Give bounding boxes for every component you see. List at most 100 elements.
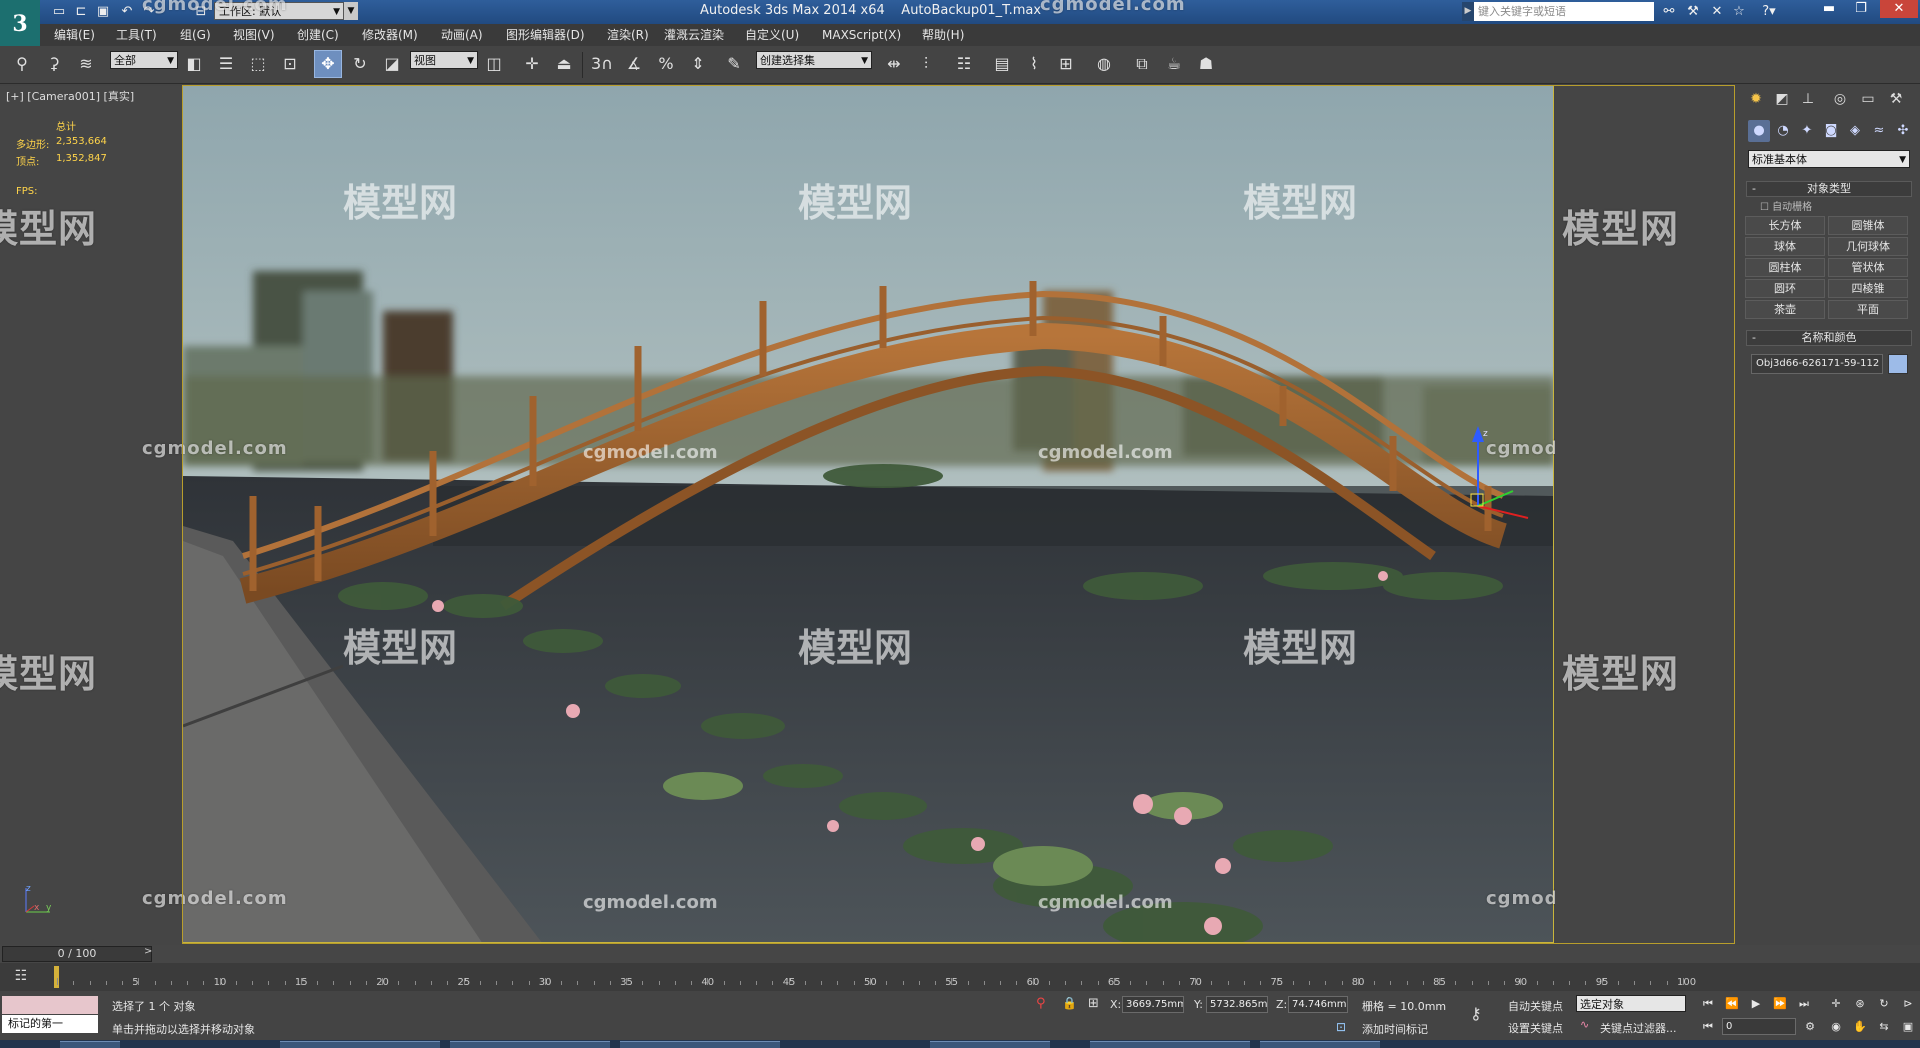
systems-icon[interactable]: ✣ [1892,120,1914,142]
menu-graph-editors[interactable]: 图形编辑器(D) [506,24,585,46]
set-key-button[interactable]: 设置关键点 [1508,1020,1563,1036]
camera-viewport[interactable]: 模型网 模型网 模型网 模型网 模型网 模型网 cgmodel.com cgmo… [182,85,1554,943]
isolate-selection-icon[interactable]: ⚲ [1036,996,1046,1011]
primitive-geosphere-button[interactable]: 几何球体 [1828,237,1908,256]
menu-group[interactable]: 组(G) [180,24,211,46]
primitive-cone-button[interactable]: 圆锥体 [1828,216,1908,235]
menu-views[interactable]: 视图(V) [233,24,275,46]
absolute-mode-icon[interactable]: ⊞ [1088,996,1099,1011]
time-slider-thumb[interactable]: 0 / 100 [2,946,152,962]
autogrid-checkbox[interactable]: ☐ 自动栅格 [1760,198,1812,213]
key-icon[interactable]: ⚷ [1470,1004,1482,1023]
menu-cloud-render[interactable]: 灌溉云渲染 [664,24,724,46]
render-setup-icon[interactable]: ⧉ [1130,52,1154,76]
app-logo-icon[interactable]: 3 [0,0,40,48]
snap-toggle-icon[interactable]: 3∩ [590,52,614,76]
z-coord-input[interactable]: 74.746mm [1288,996,1348,1013]
taskbar-button[interactable] [930,1041,1050,1048]
selection-lock-icon[interactable]: 🔒 [1062,996,1077,1010]
taskbar-button[interactable] [280,1041,440,1048]
spinner-snap-icon[interactable]: ⇕ [686,52,710,76]
taskbar-button[interactable] [450,1041,610,1048]
workspace-expand-icon[interactable]: ▼ [344,2,358,20]
walk-through-icon[interactable]: ⇆ [1874,1018,1894,1036]
select-and-link-icon[interactable]: ⚲ [10,52,34,76]
play-icon[interactable]: ▶ [1746,995,1766,1013]
mini-curve-editor-icon[interactable]: ☷ [8,966,34,986]
material-editor-icon[interactable]: ◍ [1092,52,1116,76]
save-file-icon[interactable]: ▣ [94,3,112,21]
taskbar-button[interactable] [1260,1041,1380,1048]
motion-tab-icon[interactable]: ◎ [1828,88,1852,110]
layer-manager-icon[interactable]: ☷ [952,52,976,76]
key-mode-toggle-icon[interactable]: ⏮ [1698,1018,1718,1036]
menu-animation[interactable]: 动画(A) [441,24,483,46]
taskbar-button[interactable] [1090,1041,1250,1048]
truck-camera-icon[interactable]: ✋ [1850,1018,1870,1036]
search-expand-icon[interactable]: ▶ [1462,2,1474,21]
space-warps-icon[interactable]: ≈ [1868,120,1890,142]
primitive-plane-button[interactable]: 平面 [1828,300,1908,319]
time-next-icon[interactable]: > [144,946,152,957]
subscription-icon[interactable]: ⚒ [1682,3,1704,21]
undo-icon[interactable]: ↶ [118,3,136,21]
percent-snap-icon[interactable]: % [654,52,678,76]
object-name-input[interactable]: Obj3d66-626171-59-112 [1751,354,1883,374]
select-and-manipulate-icon[interactable]: ✛ [520,52,544,76]
align-icon[interactable]: ⫶ [914,52,938,76]
y-coord-input[interactable]: 5732.865m [1206,996,1268,1013]
x-coord-input[interactable]: 3669.75mm [1122,996,1184,1013]
keyboard-shortcut-override-icon[interactable]: ⏏ [552,52,576,76]
next-frame-icon[interactable]: ⏩ [1770,995,1790,1013]
named-selection-dropdown[interactable]: 创建选择集 ▼ [756,51,872,69]
primitive-category-dropdown[interactable]: 标准基本体 ▼ [1748,150,1910,168]
viewport-label[interactable]: [+] [Camera001] [真实] [6,88,134,104]
menu-maxscript[interactable]: MAXScript(X) [822,24,901,46]
new-file-icon[interactable]: ▭ [50,3,68,21]
time-slider[interactable] [0,945,1920,963]
dolly-camera-icon[interactable]: ◉ [1826,1018,1846,1036]
window-crossing-icon[interactable]: ⊡ [278,52,302,76]
primitive-torus-button[interactable]: 圆环 [1745,279,1825,298]
modify-tab-icon[interactable]: ◩ [1770,88,1794,110]
menu-edit[interactable]: 编辑(E) [54,24,95,46]
favorites-star-icon[interactable]: ☆ [1728,3,1750,21]
key-filters-button[interactable]: 关键点过滤器... [1600,1020,1677,1036]
close-button[interactable]: ✕ [1880,0,1918,18]
pivot-center-icon[interactable]: ◫ [482,52,506,76]
edit-named-selection-icon[interactable]: ✎ [722,52,746,76]
auto-key-button[interactable]: 自动关键点 [1508,998,1563,1014]
previous-frame-icon[interactable]: ⏪ [1722,995,1742,1013]
key-filter-icon[interactable]: ∿ [1580,1018,1589,1031]
time-tag-icon[interactable]: ⊡ [1336,1020,1346,1034]
zoom-icon[interactable]: ✛ [1826,995,1846,1013]
track-bar[interactable] [0,963,1920,991]
shapes-icon[interactable]: ◔ [1772,120,1794,142]
time-configuration-icon[interactable]: ⚙ [1800,1018,1820,1036]
name-color-rollout[interactable]: - 名称和颜色 [1746,330,1912,346]
helpers-icon[interactable]: ◈ [1844,120,1866,142]
menu-tools[interactable]: 工具(T) [116,24,157,46]
primitive-box-button[interactable]: 长方体 [1745,216,1825,235]
angle-snap-icon[interactable]: ∡ [622,52,646,76]
cameras-icon[interactable]: ◙ [1820,120,1842,142]
search-input[interactable]: 键入关键字或短语 [1474,2,1654,21]
rotate-icon[interactable]: ↻ [348,52,372,76]
render-production-icon[interactable]: ☗ [1194,52,1218,76]
go-to-start-icon[interactable]: ⏮ [1698,995,1718,1013]
select-by-name-icon[interactable]: ☰ [214,52,238,76]
field-of-view-icon[interactable]: ⊳ [1898,995,1918,1013]
geometry-icon[interactable]: ● [1748,120,1770,142]
menu-modifiers[interactable]: 修改器(M) [362,24,418,46]
object-color-swatch[interactable] [1888,354,1908,374]
primitive-teapot-button[interactable]: 茶壶 [1745,300,1825,319]
restore-button[interactable]: ❐ [1846,0,1876,18]
rendered-frame-window-icon[interactable]: ☕ [1162,52,1186,76]
utilities-tab-icon[interactable]: ⚒ [1884,88,1908,110]
maxscript-input[interactable]: 标记的第一 [2,1015,98,1033]
create-tab-icon[interactable]: ✹ [1744,88,1768,110]
maximize-viewport-icon[interactable]: ▣ [1898,1018,1918,1036]
help-icon[interactable]: ?▾ [1758,3,1780,21]
bind-space-warp-icon[interactable]: ≋ [74,52,98,76]
object-type-rollout[interactable]: - 对象类型 [1746,181,1912,197]
